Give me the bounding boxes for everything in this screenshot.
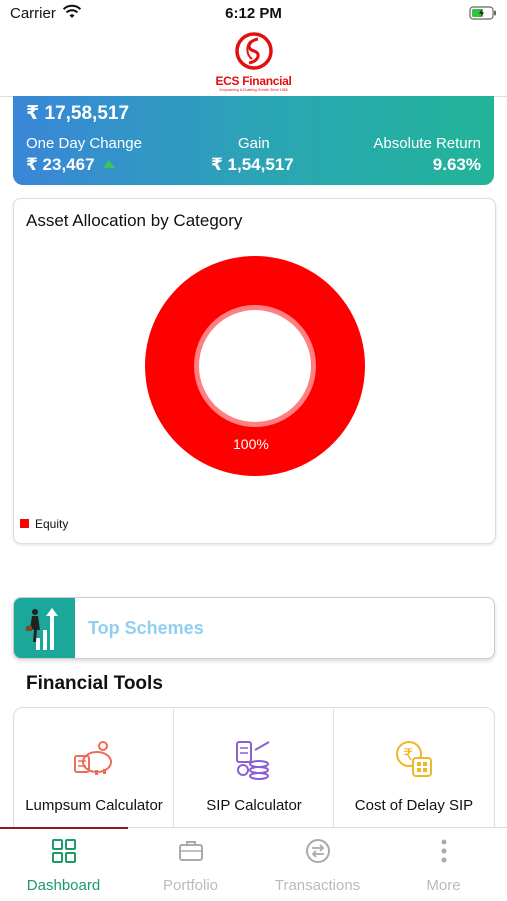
status-bar: Carrier 6:12 PM: [0, 0, 507, 28]
gain-value: ₹ 1,54,517: [211, 155, 294, 174]
tool-label: Cost of Delay SIP: [354, 797, 474, 814]
piggy-bank-icon: [73, 738, 115, 780]
asset-allocation-donut-chart[interactable]: 100%: [144, 255, 366, 477]
donut-hole: [199, 310, 311, 422]
asset-allocation-title: Asset Allocation by Category: [26, 211, 243, 230]
one-day-change-label: One Day Change: [26, 135, 142, 152]
legend-label-equity: Equity: [35, 517, 69, 531]
clock: 6:12 PM: [225, 5, 282, 22]
financial-tools-title: Financial Tools: [26, 673, 163, 694]
top-schemes-label: Top Schemes: [88, 618, 204, 638]
tool-label: Lumpsum Calculator: [25, 797, 163, 814]
tab-label: Portfolio: [162, 877, 219, 894]
legend-swatch-equity: [20, 519, 29, 528]
svg-text:₹: ₹: [403, 745, 413, 764]
logo-emblem-icon: [234, 32, 273, 70]
more-vertical-icon: [431, 838, 457, 869]
scroll-indicator-line: [0, 827, 128, 829]
grid-icon: [51, 838, 77, 869]
one-day-change-amount: ₹ 23,467: [26, 155, 95, 174]
tab-transactions[interactable]: Transactions: [254, 828, 381, 901]
absolute-return-label: Absolute Return: [373, 135, 481, 152]
tab-label: Transactions: [274, 877, 361, 894]
logo-tagline: Empowering & Enabling Growth Since 1988: [219, 88, 288, 92]
asset-allocation-card: Asset Allocation by Category 100% Equity: [13, 198, 496, 544]
trend-up-icon: [102, 160, 115, 168]
app-header: ECS Financial Empowering & Enabling Grow…: [0, 28, 507, 97]
briefcase-icon: [178, 838, 204, 869]
absolute-return-value: 9.63%: [432, 155, 481, 174]
tab-label: More: [426, 877, 461, 894]
brand-logo: ECS Financial Empowering & Enabling Grow…: [209, 31, 299, 93]
chart-legend[interactable]: Equity: [20, 517, 68, 531]
portfolio-summary-card: ₹ 17,58,517 One Day Change ₹ 23,467 Gain…: [13, 96, 494, 185]
logo-text: ECS Financial: [215, 74, 292, 88]
tab-more[interactable]: More: [380, 828, 507, 901]
tab-label: Dashboard: [26, 877, 101, 894]
top-schemes-button[interactable]: Top Schemes: [13, 597, 495, 659]
gain-label: Gain: [238, 135, 270, 152]
rupee-calculator-icon: ₹: [393, 738, 435, 780]
battery-icon: [469, 6, 497, 25]
bottom-tab-bar: Dashboard Portfolio Transactions More: [0, 827, 507, 901]
tab-dashboard[interactable]: Dashboard: [0, 828, 127, 901]
slice-percent-label: 100%: [233, 436, 269, 452]
one-day-change-value: ₹ 23,467: [26, 155, 115, 175]
tab-portfolio[interactable]: Portfolio: [127, 828, 254, 901]
coin-stack-icon: [233, 738, 275, 780]
tool-label: SIP Calculator: [206, 797, 302, 814]
total-value: ₹ 17,58,517: [26, 103, 130, 124]
growth-chart-icon: [14, 598, 75, 658]
exchange-icon: [305, 838, 331, 869]
